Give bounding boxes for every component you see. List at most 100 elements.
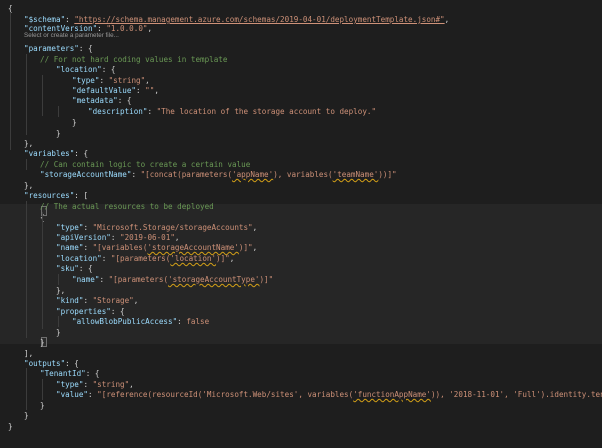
- json-punctuation: :: [99, 76, 109, 85]
- json-key: "resources": [24, 191, 75, 200]
- json-punctuation: ,: [147, 24, 153, 33]
- json-punctuation: :: [83, 223, 93, 232]
- json-key: "variables": [24, 149, 75, 158]
- indent-guide: [42, 212, 43, 329]
- code-line[interactable]: "TenantId": {: [40, 368, 99, 379]
- indent-guide: [42, 75, 43, 116]
- json-key: "type": [56, 223, 84, 232]
- json-string: "2019-06-01": [120, 233, 175, 242]
- code-line[interactable]: "kind": "Storage",: [56, 295, 138, 306]
- json-punctuation: :: [101, 254, 111, 263]
- code-editor[interactable]: Select or create a parameter file... {"$…: [0, 0, 602, 448]
- json-punctuation: }: [56, 328, 61, 337]
- json-punctuation: },: [24, 139, 34, 148]
- json-key: "name": [72, 275, 100, 284]
- code-comment: // Can contain logic to create a certain…: [40, 160, 251, 169]
- json-punctuation: },: [56, 286, 66, 295]
- json-punctuation: : {: [74, 149, 89, 158]
- json-punctuation: ,: [444, 15, 450, 24]
- json-key: "contentVersion": [24, 24, 98, 33]
- template-arg: 'storageAccountType': [168, 275, 260, 284]
- json-key: "value": [56, 390, 89, 399]
- code-line[interactable]: "location": {: [56, 64, 115, 75]
- json-key: "location": [56, 65, 102, 74]
- template-arg: 'appName': [232, 170, 274, 179]
- json-punctuation: :: [136, 86, 146, 95]
- indent-guide: [58, 274, 59, 285]
- json-key: "type": [56, 380, 84, 389]
- json-string: )]": [259, 275, 274, 284]
- json-string: "Storage": [92, 296, 134, 305]
- json-string: "[concat(parameters(: [140, 170, 233, 179]
- template-arg: 'functionAppName': [353, 390, 431, 399]
- code-line[interactable]: "contentVersion": "1.0.0.0",: [24, 23, 152, 34]
- code-line[interactable]: // The actual resources to be deployed: [40, 201, 214, 212]
- code-line[interactable]: "description": "The location of the stor…: [88, 106, 376, 117]
- code-line[interactable]: }: [72, 117, 77, 128]
- json-string: "": [145, 86, 155, 95]
- indent-guide: [42, 379, 43, 400]
- code-line[interactable]: "parameters": {: [24, 43, 93, 54]
- json-string: )]": [216, 254, 230, 263]
- code-line[interactable]: }: [56, 327, 61, 338]
- code-line[interactable]: "name": "[variables('storageAccountName'…: [56, 242, 257, 253]
- json-string: "string": [108, 76, 146, 85]
- json-punctuation: : {: [101, 65, 116, 74]
- json-string: ))]": [378, 170, 397, 179]
- code-line[interactable]: "sku": {: [56, 263, 93, 274]
- json-string: "[variables(: [92, 243, 148, 252]
- json-key: "outputs": [24, 359, 66, 368]
- json-punctuation: :: [97, 24, 107, 33]
- json-string: "[parameters(: [108, 275, 169, 284]
- indent-guide: [26, 54, 27, 135]
- json-string: false: [186, 317, 210, 326]
- code-line[interactable]: "storageAccountName": "[concat(parameter…: [40, 169, 397, 180]
- json-string: "The location of the storage account to …: [156, 107, 377, 116]
- json-string: "[parameters(: [110, 254, 171, 263]
- code-line[interactable]: "resources": [: [24, 190, 88, 201]
- indent-guide: [26, 159, 27, 170]
- json-punctuation: : {: [85, 369, 100, 378]
- template-arg: 'location': [170, 254, 217, 263]
- code-line[interactable]: }: [24, 410, 29, 421]
- code-line[interactable]: }: [40, 337, 45, 348]
- code-line[interactable]: "variables": {: [24, 148, 88, 159]
- json-punctuation: :: [177, 317, 187, 326]
- json-string: "Microsoft.Storage/storageAccounts": [92, 223, 253, 232]
- indent-guide: [58, 316, 59, 327]
- json-punctuation: }: [40, 338, 45, 347]
- code-comment: // The actual resources to be deployed: [40, 202, 214, 211]
- code-line[interactable]: }: [40, 400, 45, 411]
- json-punctuation: :: [83, 243, 93, 252]
- json-string: "[reference(resourceId('Microsoft.Web/si…: [97, 390, 354, 399]
- code-line[interactable]: }: [8, 421, 13, 432]
- json-punctuation: ,: [229, 254, 235, 263]
- code-line[interactable]: "name": "[parameters('storageAccountType…: [72, 274, 273, 285]
- code-line[interactable]: "allowBlobPublicAccess": false: [72, 316, 209, 327]
- json-punctuation: : {: [117, 96, 132, 105]
- json-punctuation: },: [24, 181, 34, 190]
- json-key: "name": [56, 243, 84, 252]
- json-punctuation: :: [83, 296, 93, 305]
- code-line[interactable]: "value": "[reference(resourceId('Microso…: [56, 389, 602, 400]
- json-punctuation: ],: [24, 349, 34, 358]
- json-key: "TenantId": [40, 369, 86, 378]
- code-line[interactable]: }: [56, 128, 61, 139]
- json-punctuation: : {: [78, 44, 93, 53]
- json-punctuation: : {: [65, 359, 79, 368]
- json-punctuation: ,: [129, 380, 134, 389]
- json-punctuation: }: [56, 129, 61, 138]
- json-key: "metadata": [72, 96, 118, 105]
- json-punctuation: }: [40, 401, 45, 410]
- json-punctuation: : [: [74, 191, 89, 200]
- json-punctuation: :: [83, 380, 93, 389]
- json-punctuation: :: [88, 390, 98, 399]
- indent-guide: [26, 368, 27, 410]
- json-key: "properties": [56, 307, 111, 316]
- indent-guide: [58, 106, 59, 117]
- json-key: "description": [88, 107, 148, 116]
- json-punctuation: ,: [252, 243, 258, 252]
- code-line[interactable]: "metadata": {: [72, 95, 131, 106]
- json-string: "1.0.0.0": [106, 24, 148, 33]
- indent-guide: [10, 12, 11, 150]
